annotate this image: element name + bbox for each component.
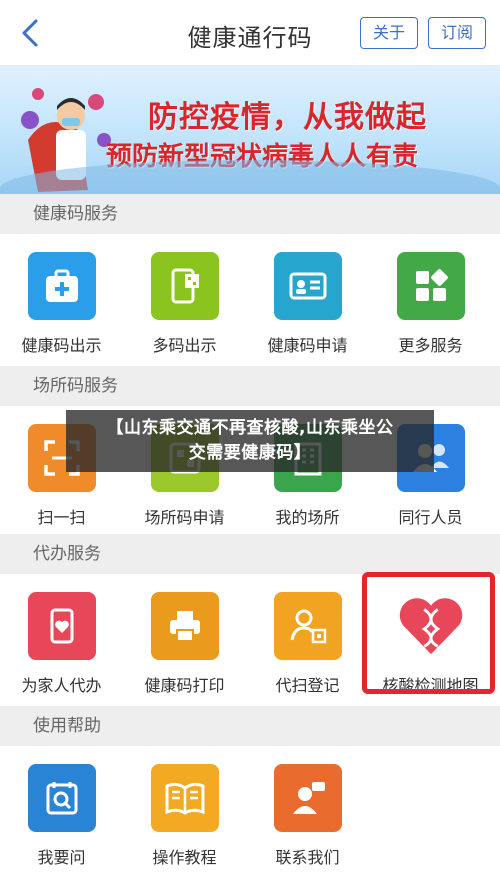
banner-headline: 防控疫情，从我做起 [148, 100, 427, 135]
printer-icon [150, 592, 219, 660]
app-header: 健康通行码 关于 订阅 [0, 0, 500, 66]
section-title-help: 使用帮助 [0, 706, 500, 746]
phone-heart-icon [27, 592, 96, 660]
service-nucleic-test-map[interactable]: 核酸检测地图 [369, 592, 492, 706]
promo-banner[interactable]: 防控疫情，从我做起 预防新型冠状病毒人人有责 [0, 66, 500, 194]
grid-squares-icon [396, 252, 465, 320]
service-tutorial[interactable]: 操作教程 [123, 764, 246, 883]
service-label: 我要问 [37, 848, 86, 867]
service-label: 代扫登记 [275, 676, 340, 695]
service-contact-us[interactable]: 联系我们 [246, 764, 369, 883]
service-health-code-show[interactable]: 健康码出示 [0, 252, 123, 366]
health-code-services: 健康码出示 多码出示 健康码申请 更多服务 [0, 234, 500, 366]
section-title-place-code: 场所码服务 [0, 366, 500, 406]
service-label: 更多服务 [398, 336, 463, 355]
section-title-health-code: 健康码服务 [0, 194, 500, 234]
about-button[interactable]: 关于 [360, 17, 419, 49]
help-services: 我要问 操作教程 联系我们 [0, 746, 500, 883]
caption-line-1: 【山东乘交通不再查核酸,山东乘坐公 [106, 418, 394, 438]
section-title-agent: 代办服务 [0, 534, 500, 574]
service-label: 健康码申请 [267, 336, 348, 355]
service-more[interactable]: 更多服务 [369, 252, 492, 366]
question-calendar-icon [27, 764, 96, 832]
agent-services: 为家人代办 健康码打印 代扫登记 核酸检测地图 [0, 574, 500, 706]
service-label: 多码出示 [152, 336, 217, 355]
caption-line-2: 交需要健康码】 [188, 443, 312, 463]
service-ask[interactable]: 我要问 [0, 764, 123, 883]
subscribe-button[interactable]: 订阅 [428, 17, 487, 49]
phone-qr-icon [150, 252, 219, 320]
service-family-agent[interactable]: 为家人代办 [0, 592, 123, 706]
medical-kit-icon [27, 252, 96, 320]
book-icon [150, 764, 219, 832]
dna-heart-icon [397, 592, 465, 660]
service-label: 操作教程 [152, 848, 217, 867]
article-caption-overlay: 【山东乘交通不再查核酸,山东乘坐公 交需要健康码】 [66, 410, 434, 472]
service-label: 联系我们 [275, 848, 340, 867]
service-label: 健康码打印 [144, 676, 225, 695]
service-multi-code-show[interactable]: 多码出示 [123, 252, 246, 366]
person-qr-icon [273, 592, 342, 660]
service-label: 为家人代办 [21, 676, 102, 695]
id-card-icon [273, 252, 342, 320]
service-agent-scan-register[interactable]: 代扫登记 [246, 592, 369, 706]
service-label: 场所码申请 [144, 508, 225, 527]
service-health-code-apply[interactable]: 健康码申请 [246, 252, 369, 366]
service-label: 健康码出示 [21, 336, 102, 355]
service-label: 同行人员 [398, 508, 463, 527]
service-label: 我的场所 [275, 508, 340, 527]
service-label: 核酸检测地图 [382, 676, 479, 695]
service-label: 扫一扫 [37, 508, 86, 527]
service-health-code-print[interactable]: 健康码打印 [123, 592, 246, 706]
page-title: 健康通行码 [187, 24, 313, 52]
contact-person-icon [273, 764, 342, 832]
